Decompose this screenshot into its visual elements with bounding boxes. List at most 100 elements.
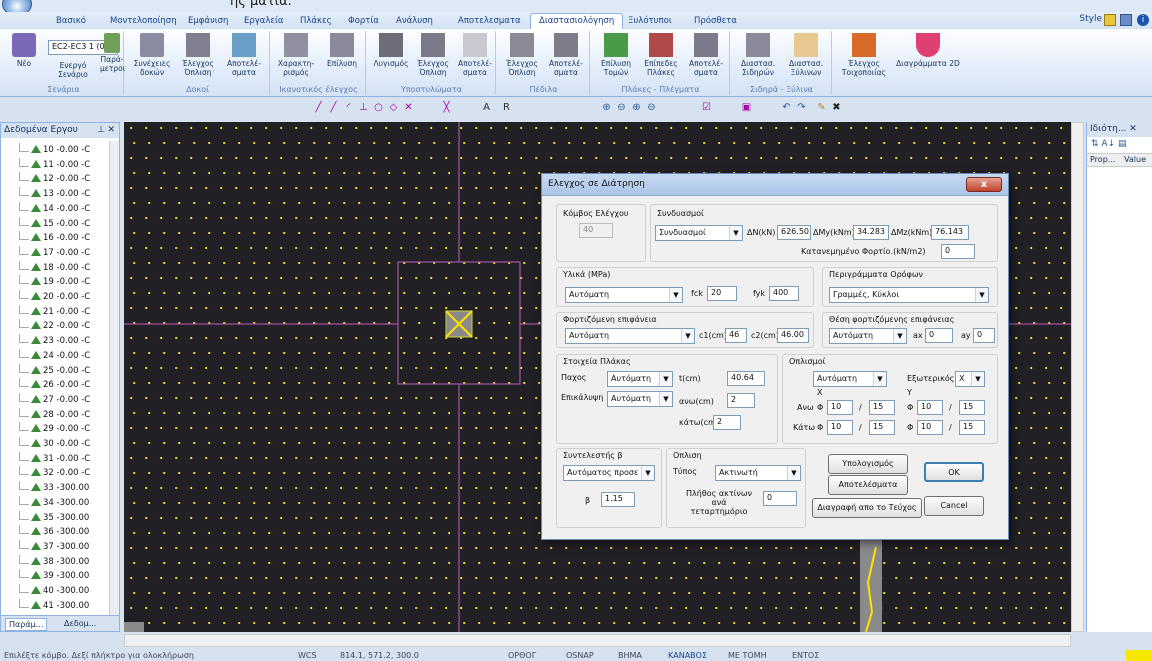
close-icon[interactable]: ✕ [1129,124,1137,134]
alpha-icon[interactable]: A↓ [1101,139,1115,149]
footing-check-button[interactable]: Έλεγχος Όπλιση [500,33,544,77]
tree-item[interactable]: 23 -0.00 -C [19,334,90,346]
column-check-button[interactable]: Έλεγχος Όπλιση [412,33,454,77]
pin-icon[interactable]: ⊥ [97,125,105,135]
position-select[interactable]: Αυτόματη ▼ [829,328,907,344]
t-input[interactable]: 40.64 [727,371,765,386]
tab-basic[interactable]: Βασικό [48,14,94,29]
ray-count-input[interactable]: 0 [763,491,797,506]
tree-item[interactable]: 13 -0.00 -C [19,187,90,199]
tree-item[interactable]: 40 -300.00 [19,584,89,596]
diagrams-2d-button[interactable]: Διαγράμματα 2D [896,33,960,68]
tree-scrollbar[interactable] [109,141,119,619]
abs-icon[interactable]: A [480,101,493,114]
beam-results-button[interactable]: Αποτελέ- σματα [222,33,266,77]
flat-slabs-button[interactable]: Επίπεδες Πλάκες [639,33,683,77]
tree-item[interactable]: 16 -0.00 -C [19,231,90,243]
tree-item[interactable]: 30 -0.00 -C [19,437,90,449]
close-icon[interactable]: ✕ [107,125,115,135]
tab-slabs[interactable]: Πλάκες [292,14,340,29]
solve-button[interactable]: Επίλυση [320,33,364,68]
top-cover-input[interactable]: 2 [727,393,755,408]
cover-select[interactable]: Αυτόματη ▼ [607,391,673,407]
tree-item[interactable]: 14 -0.00 -C [19,201,90,214]
help-icon[interactable]: i [1137,14,1149,26]
outer-select[interactable]: X ▼ [955,371,985,387]
ok-button[interactable]: OK [924,462,984,482]
redo-icon[interactable]: ↷ [795,101,808,114]
tab-analysis[interactable]: Ανάλυση [388,14,441,29]
tree-item[interactable]: 33 -300.00 [19,481,89,493]
bottom-y-diameter[interactable]: 10 [917,420,943,435]
tab-view[interactable]: Εμφάνιση [180,14,236,29]
node-input[interactable]: 40 [579,223,613,238]
section-toggle[interactable]: ΜΕ ΤΟΜΗ [728,651,767,660]
outline-select[interactable]: Γραμμές, Κύκλοι ▼ [829,287,989,303]
thickness-select[interactable]: Αυτόματη ▼ [607,371,673,387]
masonry-check-button[interactable]: Έλεγχος Τοιχοποιίας [836,33,892,77]
line-icon[interactable]: ╱ [312,101,325,114]
cross-icon[interactable]: ✕ [402,101,415,114]
beta-select[interactable]: Αυτόματος προσε ▼ [563,465,655,481]
undo-icon[interactable]: ↶ [780,101,793,114]
calculate-button[interactable]: Υπολογισμός [828,454,908,474]
zoom-in-icon[interactable]: ⊕ [600,101,613,114]
tree-item[interactable]: 11 -0.00 -C [19,157,90,170]
materials-select[interactable]: Αυτόματη ▼ [565,287,683,303]
ax-input[interactable]: 0 [925,328,953,343]
type-select[interactable]: Ακτινωτή ▼ [715,465,801,481]
dialog-close-button[interactable]: x [966,177,1002,192]
tree-item[interactable]: 18 -0.00 -C [19,260,90,273]
combos-select[interactable]: Συνδυασμοί ▼ [655,225,743,241]
view-icon[interactable]: ▣ [740,101,753,114]
fck-input[interactable]: 20 [707,286,737,301]
tree-item[interactable]: 36 -300.00 [19,525,89,537]
dMz-input[interactable]: 76.143 [931,225,969,240]
c2-input[interactable]: 46.00 [777,328,809,343]
inside-toggle[interactable]: ΕΝΤΟΣ [792,651,819,660]
rel-icon[interactable]: R [500,101,513,114]
bottom-cover-input[interactable]: 2 [713,415,741,430]
tree-item[interactable]: 24 -0.00 -C [19,348,90,361]
tree-item[interactable]: 29 -0.00 -C [19,422,90,434]
tree-item[interactable]: 20 -0.00 -C [19,290,90,302]
perpendicular-icon[interactable]: ⊥ [357,101,370,114]
beta-input[interactable]: 1.15 [601,492,635,507]
arc-icon[interactable]: ◜ [342,101,355,114]
layout-icon[interactable] [1120,14,1132,26]
dN-input[interactable]: 626.50 [777,225,811,240]
active-scenario-button[interactable]: Ενεργό Σενάριο [46,61,100,79]
brush-icon[interactable]: ✎ [815,101,828,114]
timber-design-button[interactable]: Διαστασ. Ξύλινων [782,33,830,77]
tree-item[interactable]: 15 -0.00 -C [19,216,90,229]
steel-design-button[interactable]: Διαστασ. Σιδηρών [734,33,782,77]
beam-continuity-button[interactable]: Συνέχειες δοκών [130,33,174,77]
tab-tools[interactable]: Εργαλεία [236,14,292,29]
style-menu[interactable]: Style [1079,14,1102,24]
tab-loads[interactable]: Φορτία [340,14,387,29]
zoom-extents-icon[interactable]: ⊖ [645,101,658,114]
tree-item[interactable]: 28 -0.00 -C [19,407,90,420]
tree-item[interactable]: 32 -0.00 -C [19,466,90,478]
fyk-input[interactable]: 400 [769,286,799,301]
ortho-toggle[interactable]: ΟΡΘΟΓ [508,651,536,660]
tab-modeling[interactable]: Μοντελοποίηση [102,14,185,29]
c1-input[interactable]: 46 [725,328,747,343]
tree-item[interactable]: 31 -0.00 -C [19,451,90,464]
tree-item[interactable]: 26 -0.00 -C [19,378,90,390]
slab-results-button[interactable]: Αποτελέ- σματα [684,33,728,77]
top-y-diameter[interactable]: 10 [917,400,943,415]
tree-item[interactable]: 22 -0.00 -C [19,319,90,331]
params-tab[interactable]: Παράμ... [5,618,48,631]
pages-icon[interactable]: ▤ [1118,139,1127,149]
parameters-button[interactable]: Παρά- μετροι [100,33,125,73]
circle-icon[interactable]: ○ [372,101,385,114]
top-x-diameter[interactable]: 10 [827,400,853,415]
delete-icon[interactable]: ✖ [830,101,843,114]
zoom-window-icon[interactable]: ⊕ [630,101,643,114]
tree-item[interactable]: 41 -300.00 [19,598,89,611]
zoom-out-icon[interactable]: ⊖ [615,101,628,114]
bottom-x-diameter[interactable]: 10 [827,420,853,435]
new-scenario-button[interactable]: Νέο [4,33,44,68]
top-y-spacing[interactable]: 15 [959,400,985,415]
